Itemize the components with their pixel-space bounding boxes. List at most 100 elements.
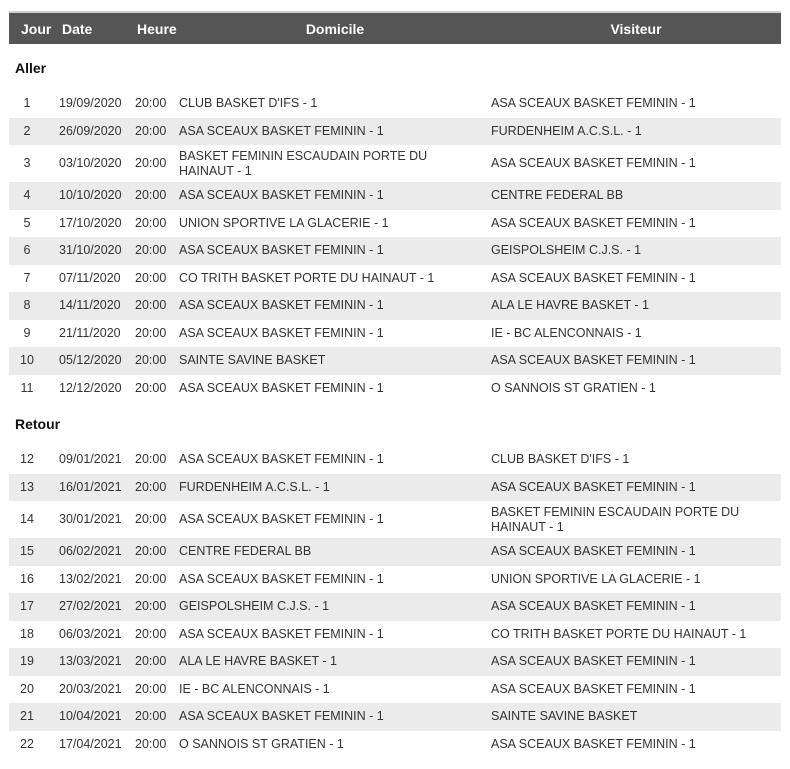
cell-date: 10/04/2021 bbox=[59, 703, 135, 731]
table-row: 5 17/10/2020 20:00 UNION SPORTIVE LA GLACER… bbox=[9, 210, 781, 238]
cell-heure: 20:00 bbox=[135, 325, 167, 340]
cell-date: 09/01/2021 bbox=[59, 452, 122, 467]
table-row: 16 13/02/2021 20:00 ASA SCEAUX BASKET FEMIN… bbox=[9, 566, 781, 594]
cell-visiteur: ASA SCEAUX BASKET FEMININ - 1 bbox=[491, 156, 696, 170]
section-title: Aller bbox=[9, 44, 781, 90]
cell-date: 26/09/2020 bbox=[59, 117, 135, 145]
cell-heure: 20:00 bbox=[135, 452, 167, 467]
cell-date: 20/03/2021 bbox=[59, 681, 122, 696]
table-row: 22 17/04/2021 20:00 O SANNOIS ST GRATIEN - … bbox=[9, 731, 781, 759]
cell-domicile: ALA LE HAVRE BASKET - 1 bbox=[179, 648, 491, 676]
cell-visiteur: IE - BC ALENCONNAIS - 1 bbox=[491, 325, 642, 340]
cell-heure: 20:00 bbox=[135, 292, 179, 320]
cell-domicile: ASA SCEAUX BASKET FEMININ - 1 bbox=[179, 237, 491, 265]
cell-jour: 7 bbox=[23, 270, 31, 285]
cell-jour: 12 bbox=[20, 452, 34, 467]
cell-heure: 20:00 bbox=[135, 703, 179, 731]
table-row: 3 03/10/2020 20:00 BASKET FEMININ ESCAUDAIN… bbox=[9, 145, 781, 182]
section-header: Retour bbox=[9, 402, 781, 446]
table-row: 15 06/02/2021 20:00 CENTRE FEDERAL BB ASA SC… bbox=[9, 538, 781, 566]
cell-heure: 20:00 bbox=[135, 571, 167, 586]
cell-visiteur: ASA SCEAUX BASKET FEMININ - 1 bbox=[491, 473, 781, 501]
header-domicile: Domicile bbox=[179, 11, 491, 44]
cell-visiteur: CENTRE FEDERAL BB bbox=[491, 182, 781, 210]
table-row: 11 12/12/2020 20:00 ASA SCEAUX BASKET FEMIN… bbox=[9, 375, 781, 403]
table-row: 10 05/12/2020 20:00 SAINTE SAVINE BASKET ASA… bbox=[9, 347, 781, 375]
cell-date: 06/02/2021 bbox=[59, 538, 135, 566]
cell-heure: 20:00 bbox=[135, 347, 179, 375]
cell-domicile: ASA SCEAUX BASKET FEMININ - 1 bbox=[179, 117, 491, 145]
cell-domicile: ASA SCEAUX BASKET FEMININ - 1 bbox=[179, 292, 491, 320]
cell-jour: 11 bbox=[20, 380, 34, 395]
cell-jour: 3 bbox=[23, 156, 31, 170]
cell-domicile: CLUB BASKET D'IFS - 1 bbox=[179, 96, 318, 111]
table-row: 4 10/10/2020 20:00 ASA SCEAUX BASKET FEMINI… bbox=[9, 182, 781, 210]
cell-domicile: CENTRE FEDERAL BB bbox=[179, 538, 491, 566]
cell-visiteur: O SANNOIS ST GRATIEN - 1 bbox=[491, 380, 656, 395]
table-row: 7 07/11/2020 20:00 CO TRITH BASKET PORTE DU… bbox=[9, 265, 781, 293]
cell-visiteur: GEISPOLSHEIM C.J.S. - 1 bbox=[491, 237, 781, 265]
cell-date: 07/11/2020 bbox=[59, 270, 121, 285]
cell-domicile: FURDENHEIM A.C.S.L. - 1 bbox=[179, 473, 491, 501]
section-header: Aller bbox=[9, 44, 781, 90]
cell-date: 13/03/2021 bbox=[59, 648, 135, 676]
cell-visiteur: CLUB BASKET D'IFS - 1 bbox=[491, 452, 630, 467]
cell-visiteur: ASA SCEAUX BASKET FEMININ - 1 bbox=[491, 593, 781, 621]
cell-date: 06/03/2021 bbox=[59, 626, 122, 641]
table-row: 1 19/09/2020 20:00 CLUB BASKET D'IFS - 1 ASA… bbox=[9, 90, 781, 118]
table-row: 13 16/01/2021 20:00 FURDENHEIM A.C.S.L. - 1… bbox=[9, 473, 781, 501]
cell-jour: 21 bbox=[9, 703, 59, 731]
cell-domicile: ASA SCEAUX BASKET FEMININ - 1 bbox=[179, 626, 384, 641]
table-header-row: Jour Date Heure Domicile Visiteur bbox=[9, 11, 781, 44]
cell-visiteur: ALA LE HAVRE BASKET - 1 bbox=[491, 292, 781, 320]
cell-date: 30/01/2021 bbox=[59, 512, 122, 526]
cell-visiteur: ASA SCEAUX BASKET FEMININ - 1 bbox=[491, 215, 696, 230]
table-row: 20 20/03/2021 20:00 IE - BC ALENCONNAIS - 1… bbox=[9, 676, 781, 704]
cell-date: 16/01/2021 bbox=[59, 473, 135, 501]
cell-domicile: BASKET FEMININ ESCAUDAIN PORTE DU HAINAU… bbox=[179, 148, 428, 178]
cell-jour: 20 bbox=[20, 681, 34, 696]
cell-visiteur: ASA SCEAUX BASKET FEMININ - 1 bbox=[491, 96, 696, 111]
schedule-container: Jour Date Heure Domicile Visiteur Aller 1… bbox=[9, 11, 781, 758]
cell-visiteur: ASA SCEAUX BASKET FEMININ - 1 bbox=[491, 736, 696, 751]
header-heure: Heure bbox=[135, 11, 179, 44]
cell-visiteur: ASA SCEAUX BASKET FEMININ - 1 bbox=[491, 538, 781, 566]
cell-jour: 19 bbox=[9, 648, 59, 676]
cell-domicile: ASA SCEAUX BASKET FEMININ - 1 bbox=[179, 452, 384, 467]
table-row: 6 31/10/2020 20:00 ASA SCEAUX BASKET FEMINI… bbox=[9, 237, 781, 265]
cell-visiteur: ASA SCEAUX BASKET FEMININ - 1 bbox=[491, 681, 696, 696]
cell-visiteur: ASA SCEAUX BASKET FEMININ - 1 bbox=[491, 347, 781, 375]
cell-heure: 20:00 bbox=[135, 96, 167, 111]
cell-jour: 14 bbox=[20, 512, 34, 526]
cell-domicile: UNION SPORTIVE LA GLACERIE - 1 bbox=[179, 215, 389, 230]
cell-jour: 10 bbox=[9, 347, 59, 375]
table-row: 18 06/03/2021 20:00 ASA SCEAUX BASKET FEMIN… bbox=[9, 621, 781, 649]
table-row: 8 14/11/2020 20:00 ASA SCEAUX BASKET FEMINI… bbox=[9, 292, 781, 320]
cell-jour: 8 bbox=[9, 292, 59, 320]
cell-date: 27/02/2021 bbox=[59, 593, 135, 621]
cell-domicile: ASA SCEAUX BASKET FEMININ - 1 bbox=[179, 182, 491, 210]
cell-heure: 20:00 bbox=[135, 473, 179, 501]
cell-jour: 17 bbox=[9, 593, 59, 621]
cell-jour: 2 bbox=[9, 117, 59, 145]
cell-heure: 20:00 bbox=[135, 156, 167, 170]
cell-date: 17/10/2020 bbox=[59, 215, 122, 230]
cell-heure: 20:00 bbox=[135, 215, 167, 230]
table-row: 21 10/04/2021 20:00 ASA SCEAUX BASKET FEMIN… bbox=[9, 703, 781, 731]
schedule-body: Aller 1 19/09/2020 20:00 CLUB BASKET D'IFS -… bbox=[9, 44, 781, 758]
cell-jour: 5 bbox=[23, 215, 31, 230]
cell-jour: 15 bbox=[9, 538, 59, 566]
cell-jour: 1 bbox=[23, 96, 31, 111]
cell-date: 10/10/2020 bbox=[59, 182, 135, 210]
cell-date: 14/11/2020 bbox=[59, 292, 135, 320]
header-visiteur: Visiteur bbox=[491, 11, 781, 44]
cell-jour: 18 bbox=[20, 626, 34, 641]
table-row: 14 30/01/2021 20:00 ASA SCEAUX BASKET FEMIN… bbox=[9, 501, 781, 538]
cell-visiteur: UNION SPORTIVE LA GLACERIE - 1 bbox=[491, 571, 701, 586]
cell-date: 12/12/2020 bbox=[59, 380, 122, 395]
cell-heure: 20:00 bbox=[135, 182, 179, 210]
cell-jour: 22 bbox=[20, 736, 34, 751]
cell-heure: 20:00 bbox=[135, 270, 167, 285]
cell-date: 03/10/2020 bbox=[59, 156, 122, 170]
cell-heure: 20:00 bbox=[135, 593, 179, 621]
